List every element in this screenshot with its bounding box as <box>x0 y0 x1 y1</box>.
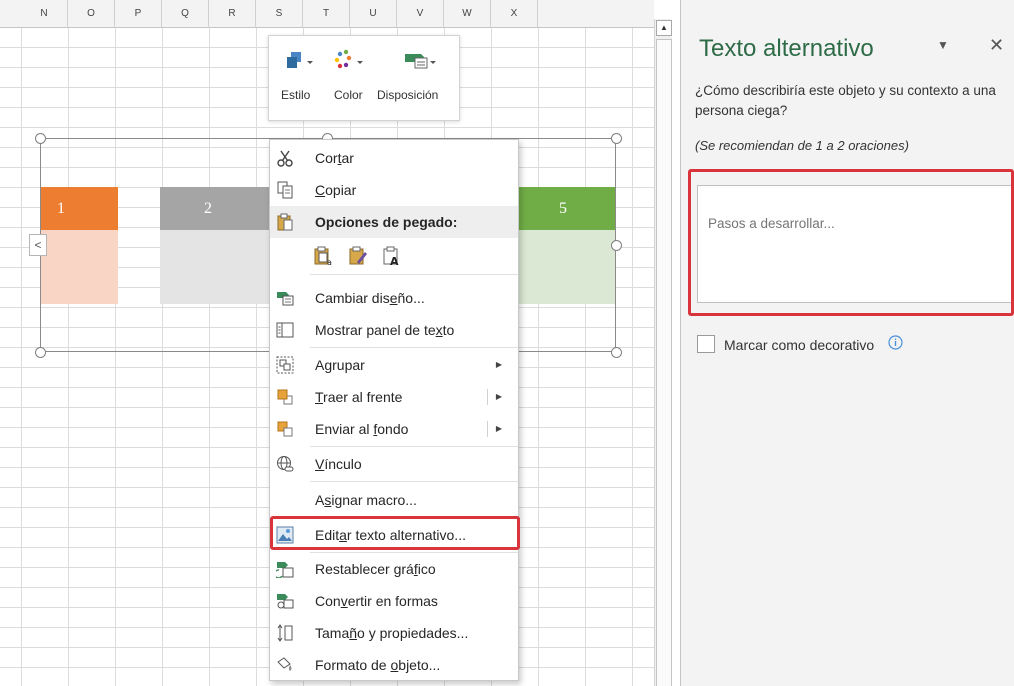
send-to-back-icon <box>277 421 293 437</box>
vertical-scrollbar[interactable]: ▲ <box>654 19 672 686</box>
menu-item-change-layout[interactable]: Cambiar diseño... <box>270 282 518 314</box>
paste-picture-icon[interactable] <box>348 246 368 266</box>
group-icon <box>276 356 294 374</box>
menu-item-show-text-pane[interactable]: Mostrar panel de texto <box>270 314 518 346</box>
clipboard-icon <box>277 213 293 231</box>
split-divider <box>487 421 488 437</box>
menu-label-send-to-back: Enviar al fondo <box>315 421 409 437</box>
menu-label-assign-macro: Asignar macro... <box>315 492 417 508</box>
paste-keep-source-icon[interactable]: a <box>313 246 333 266</box>
pane-question: ¿Cómo describiría este objeto y su conte… <box>695 83 996 118</box>
alt-text-pane: Texto alternativo ▼ ✕ ¿Cómo describiría … <box>680 0 1014 686</box>
menu-item-size-and-properties[interactable]: Tamaño y propiedades... <box>270 617 518 649</box>
resize-handle-bottom-right[interactable] <box>611 347 622 358</box>
style-label: Estilo <box>281 88 311 102</box>
info-icon[interactable] <box>888 335 903 350</box>
resize-handle-right[interactable] <box>611 240 622 251</box>
menu-item-convert-to-shapes[interactable]: Convertir en formas <box>270 585 518 617</box>
menu-item-assign-macro[interactable]: Asignar macro... <box>270 484 518 516</box>
submenu-arrow-icon[interactable]: ▶ <box>496 381 502 413</box>
chevron-left-icon[interactable]: < <box>29 234 47 256</box>
pane-title: Texto alternativo <box>699 35 874 62</box>
submenu-arrow-icon[interactable]: ▶ <box>496 413 502 445</box>
menu-item-reset-graphic[interactable]: Restablecer gráfico <box>270 553 518 585</box>
menu-label-format-object: Formato de objeto... <box>315 657 441 673</box>
menu-separator <box>310 446 518 447</box>
scroll-thumb[interactable] <box>656 39 672 686</box>
color-label: Color <box>334 88 363 102</box>
chevron-down-icon[interactable]: ▼ <box>937 38 949 52</box>
layout-label: Disposición <box>377 88 439 102</box>
column-header-x[interactable]: X <box>491 0 538 28</box>
link-globe-icon <box>277 456 294 472</box>
column-header-n[interactable]: N <box>21 0 68 28</box>
format-object-icon <box>277 657 292 671</box>
text-pane-icon <box>276 322 294 338</box>
change-layout-icon <box>277 292 294 306</box>
spreadsheet-area[interactable]: N O P Q R S T U V W X 1 2 5 < Estilo Col… <box>0 0 654 686</box>
menu-separator <box>310 347 518 348</box>
column-header-u[interactable]: U <box>350 0 397 28</box>
context-menu: Cortar Copiar Opciones de pegado: a A Ca… <box>269 139 519 681</box>
paste-options-header: Opciones de pegado: <box>270 206 518 238</box>
resize-handle-top-left[interactable] <box>35 133 46 144</box>
resize-handle-bottom-left[interactable] <box>35 347 46 358</box>
menu-label-bring-to-front: Traer al frente <box>315 389 403 405</box>
paste-options-row: a A <box>310 240 440 272</box>
menu-item-format-object[interactable]: Formato de objeto... <box>270 649 518 681</box>
pane-hint: (Se recomiendan de 1 a 2 oraciones) <box>695 138 909 153</box>
convert-shapes-icon <box>277 594 294 609</box>
column-header-r[interactable]: R <box>209 0 256 28</box>
column-header-q[interactable]: Q <box>162 0 209 28</box>
menu-separator <box>310 274 518 275</box>
menu-separator <box>310 481 518 482</box>
column-headers: N O P Q R S T U V W X <box>0 0 654 28</box>
scissors-icon <box>277 150 293 167</box>
bring-to-front-icon <box>277 389 293 405</box>
close-icon[interactable]: ✕ <box>989 35 1004 56</box>
smartart-layout-icon <box>405 54 436 69</box>
column-header-t[interactable]: T <box>303 0 350 28</box>
menu-item-bring-to-front[interactable]: Traer al frente ▶ <box>270 381 518 413</box>
menu-item-copy[interactable]: Copiar <box>270 174 518 206</box>
scroll-up-icon[interactable]: ▲ <box>656 20 672 36</box>
submenu-arrow-icon: ▶ <box>495 360 502 369</box>
menu-item-group[interactable]: Agrupar ▶ <box>270 349 518 381</box>
decorative-checkbox[interactable] <box>697 335 715 353</box>
menu-label-size-and-properties: Tamaño y propiedades... <box>315 625 469 641</box>
menu-label-convert-to-shapes: Convertir en formas <box>315 593 438 609</box>
paste-text-only-icon[interactable]: A <box>382 246 402 266</box>
split-divider <box>487 389 488 405</box>
copy-icon <box>277 181 293 199</box>
menu-label-cut: Cortar <box>315 150 354 166</box>
menu-label-copy: Copiar <box>315 182 357 198</box>
color-button[interactable]: Color <box>324 36 374 122</box>
size-properties-icon <box>277 624 293 642</box>
smartart-color-icon <box>334 49 363 69</box>
svg-text:a: a <box>327 258 332 266</box>
menu-label-change-layout: Cambiar diseño... <box>315 290 425 306</box>
column-header-v[interactable]: V <box>397 0 444 28</box>
floating-mini-toolbar: Estilo Color Disposición <box>268 35 460 121</box>
menu-label-show-text-pane: Mostrar panel de texto <box>315 322 455 338</box>
column-header-o[interactable]: O <box>68 0 115 28</box>
menu-label-reset-graphic: Restablecer gráfico <box>315 561 436 577</box>
resize-handle-top-right[interactable] <box>611 133 622 144</box>
style-button[interactable]: Estilo <box>275 36 319 122</box>
menu-label-link: Vínculo <box>315 456 362 472</box>
layout-button[interactable]: Disposición <box>377 36 457 122</box>
alt-text-input-highlight <box>688 169 1014 316</box>
alt-text-menu-highlight <box>270 516 520 550</box>
menu-label-group: Agrupar <box>315 357 365 373</box>
column-header-p[interactable]: P <box>115 0 162 28</box>
column-header-s[interactable]: S <box>256 0 303 28</box>
menu-item-cut[interactable]: Cortar <box>270 142 518 174</box>
decorative-label[interactable]: Marcar como decorativo <box>724 334 874 356</box>
column-header-w[interactable]: W <box>444 0 491 28</box>
reset-graphic-icon <box>276 562 294 578</box>
menu-item-send-to-back[interactable]: Enviar al fondo ▶ <box>270 413 518 445</box>
menu-item-link[interactable]: Vínculo <box>270 448 518 480</box>
svg-text:A: A <box>390 255 399 266</box>
smartart-style-icon <box>287 52 313 68</box>
